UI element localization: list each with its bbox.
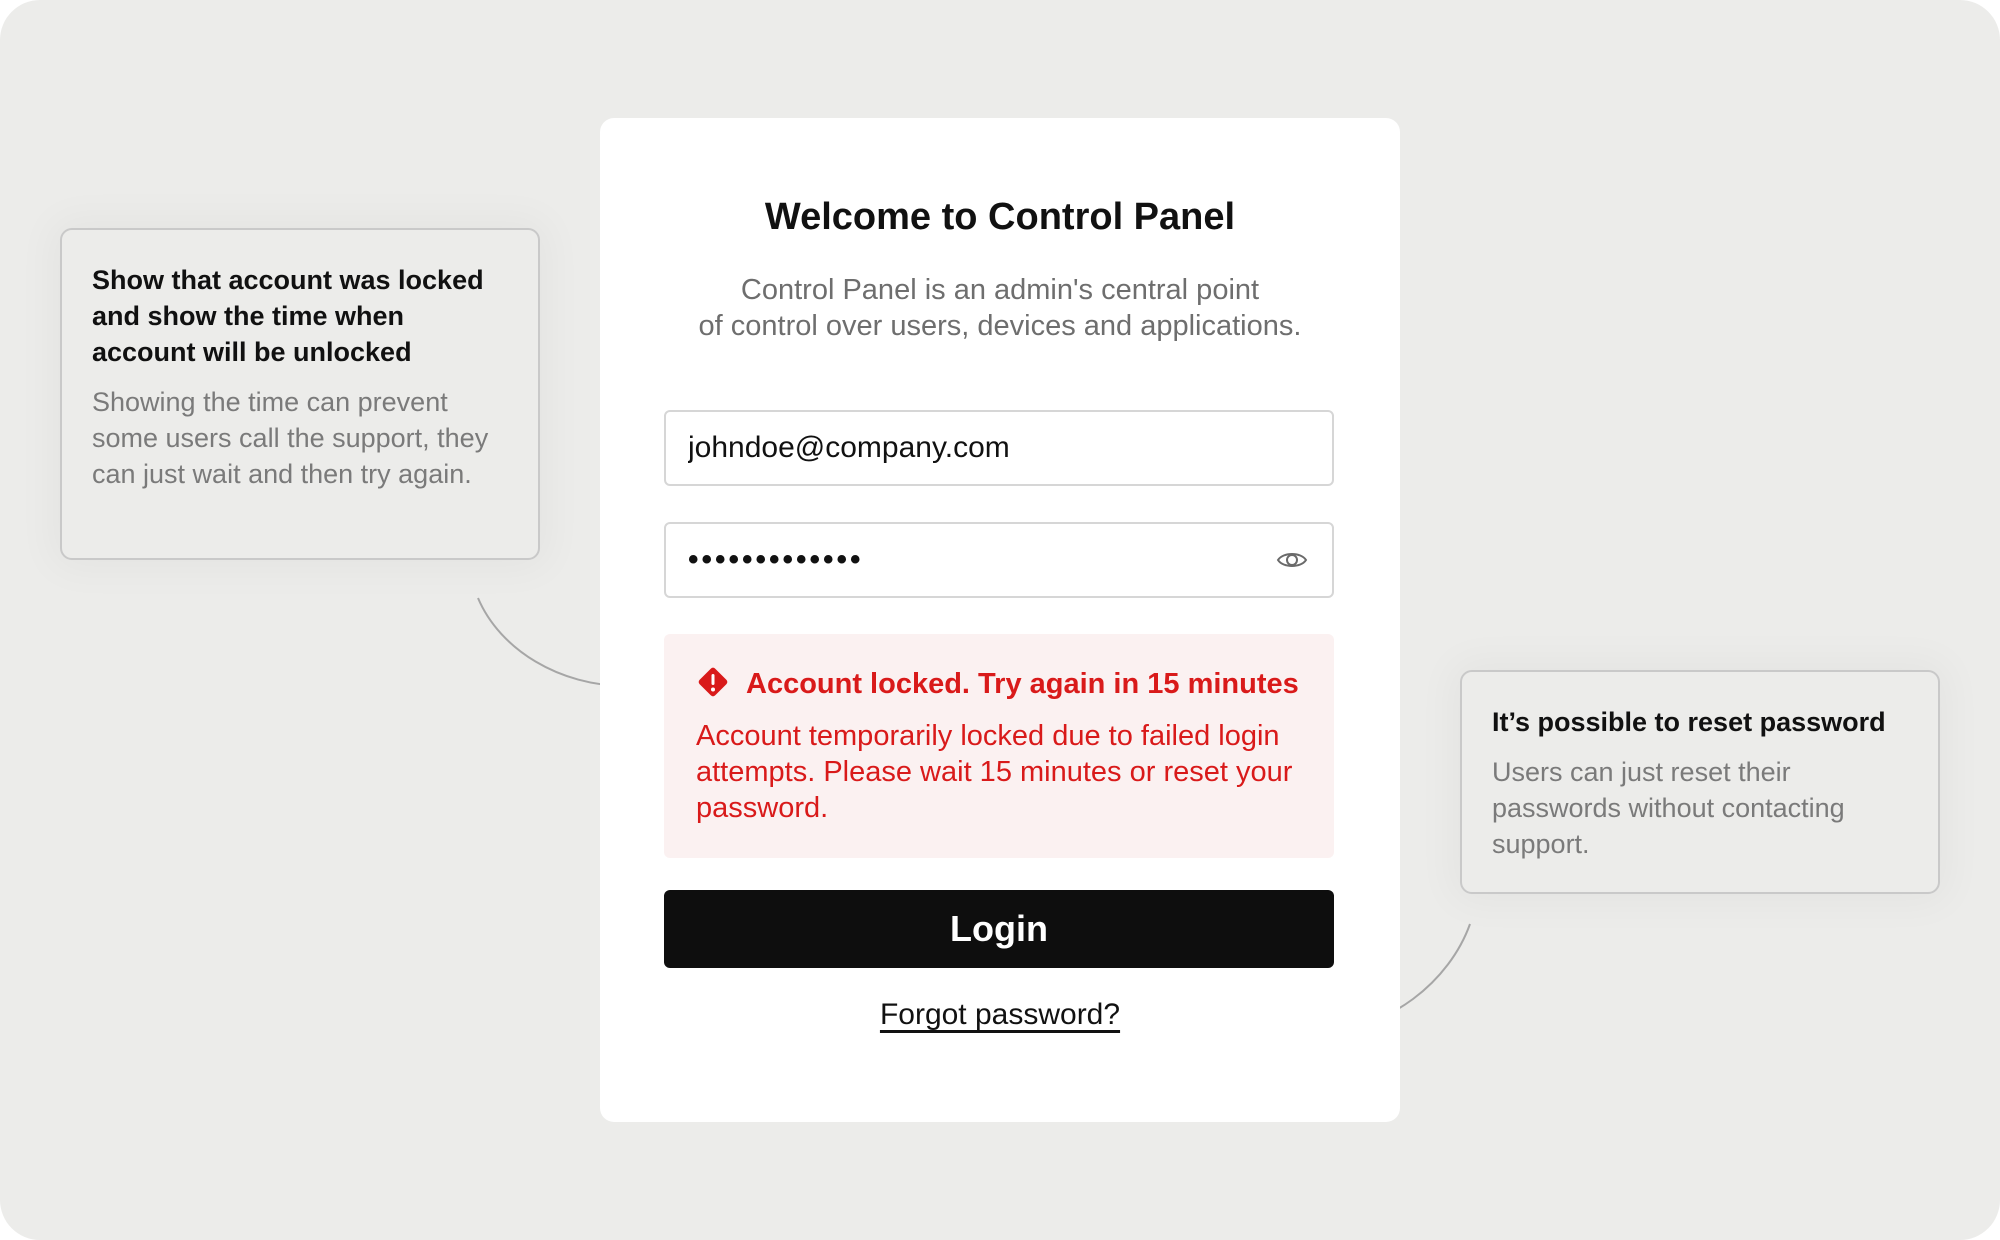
alert-message: Account temporarily locked due to failed… <box>696 720 1293 824</box>
login-card <box>600 118 1400 1122</box>
email-input[interactable] <box>688 431 1310 465</box>
subtitle-line-2: of control over users, devices and appli… <box>698 310 1302 342</box>
alert-header: Account locked. Try again in 15 minutes <box>696 664 1304 704</box>
password-input[interactable] <box>688 543 1274 577</box>
annotation-locked-note: Show that account was locked and show th… <box>60 228 540 560</box>
annotation-reset-body: Users can just reset their passwords wit… <box>1492 757 1845 859</box>
subtitle-line-1: Control Panel is an admin's central poin… <box>740 274 1260 306</box>
annotation-locked-title: Show that account was locked and show th… <box>92 265 484 367</box>
annotation-reset-note: It’s possible to reset password Users ca… <box>1460 670 1940 894</box>
page-subtitle: Control Panel is an admin's central poin… <box>600 272 1400 344</box>
warning-diamond-icon <box>696 665 730 704</box>
email-field[interactable] <box>664 410 1334 486</box>
forgot-password-link[interactable]: Forgot password? <box>880 998 1120 1031</box>
eye-icon[interactable] <box>1274 542 1310 578</box>
login-button[interactable]: Login <box>664 890 1334 968</box>
annotation-reset-title: It’s possible to reset password <box>1492 707 1886 737</box>
password-field[interactable] <box>664 522 1334 598</box>
error-alert: Account locked. Try again in 15 minutes … <box>664 634 1334 858</box>
alert-title: Account locked. Try again in 15 minutes <box>746 667 1299 700</box>
forgot-password-row: Forgot password? <box>600 998 1400 1032</box>
annotation-locked-body: Showing the time can prevent some users … <box>92 387 489 489</box>
